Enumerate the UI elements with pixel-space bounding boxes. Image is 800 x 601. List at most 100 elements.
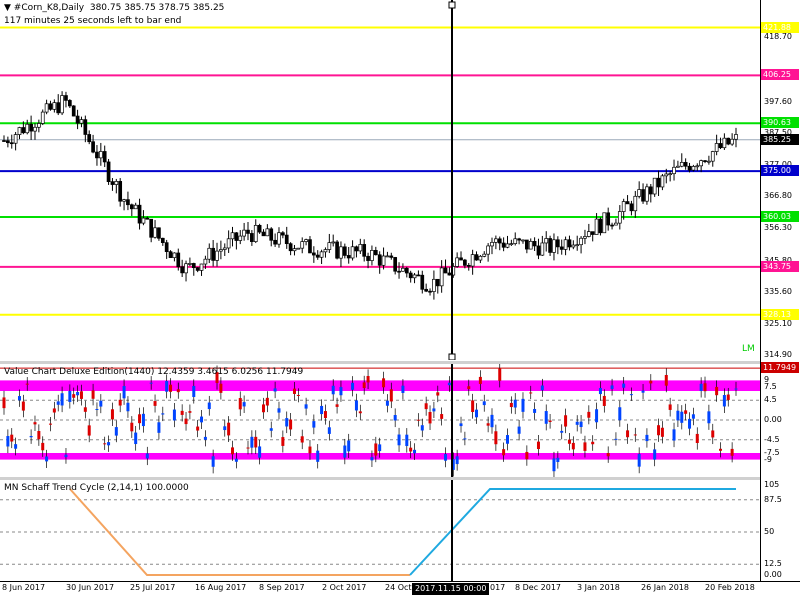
value-bar — [17, 396, 21, 401]
value-chart-canvas[interactable] — [0, 364, 760, 477]
value-bar — [351, 382, 355, 390]
candle-body — [141, 217, 146, 224]
value-bar — [203, 436, 207, 440]
cursor-date-label: 2017.11.15 00:00 — [412, 583, 490, 595]
candle-body — [95, 151, 99, 159]
level-tag: 421.88 — [761, 21, 799, 33]
value-bar — [138, 414, 142, 424]
candle-body — [381, 255, 386, 266]
value-bar — [471, 400, 475, 412]
value-bar — [389, 389, 393, 402]
candle-body — [683, 162, 688, 167]
value-bar — [490, 414, 494, 428]
value-bar — [118, 399, 122, 406]
value-bar — [475, 409, 479, 418]
value-bar — [99, 400, 103, 407]
value-bar — [459, 423, 463, 427]
candle-body — [645, 186, 649, 202]
value-bar — [494, 431, 498, 445]
value-bar — [107, 442, 111, 446]
candle-body — [528, 241, 533, 250]
schaff-tick-label: 50 — [764, 527, 775, 536]
candle-body — [129, 204, 134, 210]
candle-body — [552, 239, 556, 253]
price-tick-label: 356.30 — [764, 223, 792, 233]
value-bar — [347, 440, 351, 452]
candle-body — [428, 290, 432, 293]
price-chart-canvas[interactable] — [0, 0, 760, 360]
value-bar — [339, 387, 343, 396]
overbought-band — [0, 380, 760, 391]
candle-body — [246, 229, 250, 234]
candle-body — [17, 127, 22, 135]
candle-body — [160, 237, 165, 243]
value-bar — [45, 456, 49, 462]
price-tick-label: 314.90 — [764, 350, 792, 360]
value-bar — [223, 426, 227, 431]
candle-body — [118, 181, 123, 202]
candle-body — [327, 242, 332, 250]
candle-body — [707, 160, 711, 163]
candle-body — [339, 246, 343, 259]
value-bar — [269, 428, 273, 431]
candle-body — [203, 258, 208, 265]
candle-body — [389, 255, 394, 258]
value-bar — [130, 422, 134, 432]
value-bar — [14, 444, 18, 449]
candle-body — [463, 259, 467, 266]
value-bar — [598, 388, 602, 395]
value-bar — [33, 422, 37, 425]
value-bar — [413, 449, 417, 454]
price-axis[interactable] — [760, 0, 800, 600]
schaff-pane[interactable]: MN Schaff Trend Cycle (2,14,1) 100.0000 — [0, 480, 760, 581]
candle-body — [110, 181, 115, 185]
candle-body — [459, 257, 463, 261]
value-bar — [579, 421, 583, 428]
candle-body — [455, 257, 459, 267]
value-bar — [688, 418, 692, 429]
candle-body — [358, 244, 363, 252]
value-bar — [416, 419, 420, 421]
schaff-tick-label: 105 — [764, 479, 780, 489]
value-bar — [308, 446, 312, 454]
schaff-canvas[interactable] — [0, 480, 760, 581]
value-chart-pane[interactable]: Value Chart Deluxe Edition(1440) 12.4359… — [0, 364, 760, 477]
value-bar — [335, 404, 339, 407]
value-bar — [169, 384, 173, 392]
value-bar — [64, 454, 68, 458]
candle-body — [517, 238, 521, 241]
value-bar — [509, 402, 513, 408]
value-bar — [525, 451, 529, 460]
crosshair-handle — [448, 1, 456, 9]
time-tick-label: 25 Jul 2017 — [130, 583, 176, 592]
value-bar — [393, 415, 397, 421]
candle-body — [699, 160, 703, 167]
value-bar — [703, 383, 707, 392]
value-bar — [60, 393, 64, 406]
candle-body — [219, 249, 223, 252]
value-bar — [227, 422, 231, 436]
value-bar — [238, 398, 242, 410]
candle-body — [44, 103, 49, 113]
value-bar — [424, 403, 428, 410]
value-bar — [68, 390, 72, 402]
value-bar — [556, 457, 560, 463]
candle-body — [67, 100, 72, 107]
value-bar — [231, 447, 235, 455]
value-bar — [265, 397, 269, 406]
value-bar — [141, 413, 145, 427]
value-bar — [165, 381, 169, 392]
value-bar — [444, 454, 448, 461]
value-bar — [653, 449, 657, 460]
price-chart-pane[interactable]: ▼ #Corn_K8,Daily 380.75 385.75 378.75 38… — [0, 0, 760, 360]
candle-body — [695, 165, 700, 168]
candle-body — [525, 239, 529, 250]
value-bar — [564, 415, 568, 427]
candle-body — [617, 211, 622, 224]
value-bar — [699, 383, 703, 391]
value-bar — [382, 378, 386, 388]
price-tick-label: 335.60 — [764, 286, 792, 296]
candle-body — [311, 252, 316, 256]
value-bar — [610, 385, 614, 389]
candle-body — [432, 278, 436, 292]
